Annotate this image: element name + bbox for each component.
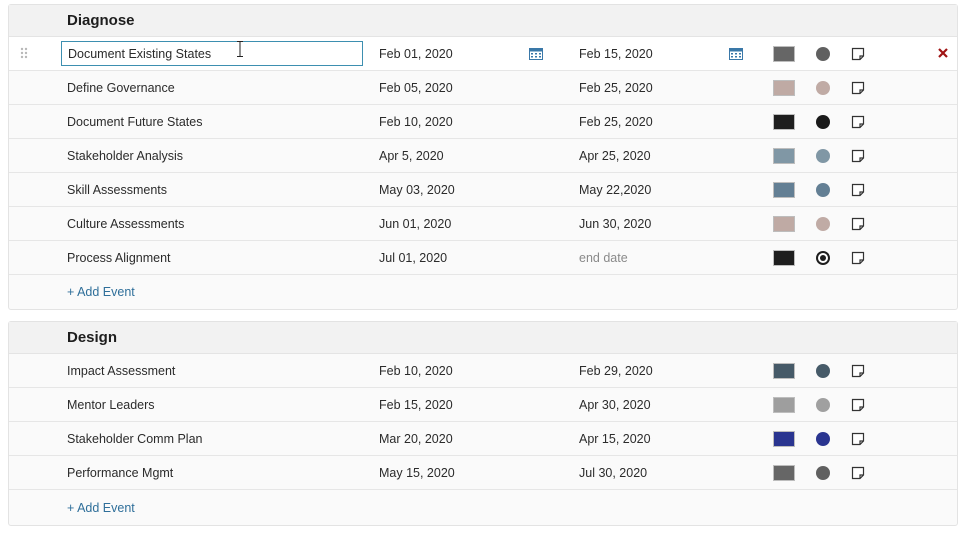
start-date[interactable]: May 03, 2020	[379, 183, 455, 197]
event-name[interactable]: Document Future States	[67, 115, 202, 129]
note-icon[interactable]	[851, 81, 865, 95]
event-name[interactable]: Mentor Leaders	[67, 398, 155, 412]
event-row: Process Alignment Jul 01, 2020 end date	[9, 241, 957, 275]
marker-dot-icon[interactable]	[816, 251, 830, 265]
start-date[interactable]: Feb 05, 2020	[379, 81, 453, 95]
color-swatch[interactable]	[773, 465, 795, 481]
drag-handle-icon[interactable]	[20, 47, 28, 59]
marker-dot-icon[interactable]	[816, 183, 830, 197]
start-date[interactable]: Feb 10, 2020	[379, 115, 453, 129]
marker-dot-icon[interactable]	[816, 115, 830, 129]
end-date[interactable]: Feb 15, 2020	[579, 47, 653, 61]
start-date[interactable]: Apr 5, 2020	[379, 149, 444, 163]
event-row: Feb 01, 2020 Feb 15, 2020	[9, 37, 957, 71]
event-name[interactable]: Culture Assessments	[67, 217, 184, 231]
event-name[interactable]: Performance Mgmt	[67, 466, 173, 480]
color-swatch[interactable]	[773, 182, 795, 198]
event-row: Mentor Leaders Feb 15, 2020 Apr 30, 2020	[9, 388, 957, 422]
event-name-input[interactable]	[61, 41, 363, 66]
end-date[interactable]: May 22,2020	[579, 183, 651, 197]
event-group-diagnose: Diagnose Feb 01, 2020 Feb 15, 2020	[8, 4, 958, 310]
marker-dot-icon[interactable]	[816, 466, 830, 480]
color-swatch[interactable]	[773, 114, 795, 130]
color-swatch[interactable]	[773, 148, 795, 164]
note-icon[interactable]	[851, 251, 865, 265]
event-row: Define Governance Feb 05, 2020 Feb 25, 2…	[9, 71, 957, 105]
marker-dot-icon[interactable]	[816, 217, 830, 231]
calendar-icon[interactable]	[529, 48, 543, 60]
color-swatch[interactable]	[773, 80, 795, 96]
start-date[interactable]: Mar 20, 2020	[379, 432, 453, 446]
note-icon[interactable]	[851, 364, 865, 378]
color-swatch[interactable]	[773, 250, 795, 266]
calendar-icon[interactable]	[729, 48, 743, 60]
color-swatch[interactable]	[773, 216, 795, 232]
event-name[interactable]: Skill Assessments	[67, 183, 167, 197]
end-date-placeholder[interactable]: end date	[579, 251, 628, 265]
marker-dot-icon[interactable]	[816, 364, 830, 378]
note-icon[interactable]	[851, 149, 865, 163]
event-name[interactable]: Impact Assessment	[67, 364, 175, 378]
color-swatch[interactable]	[773, 46, 795, 62]
add-event-link[interactable]: + Add Event	[67, 501, 135, 515]
marker-dot-icon[interactable]	[816, 398, 830, 412]
note-icon[interactable]	[851, 183, 865, 197]
note-icon[interactable]	[851, 466, 865, 480]
event-row: Skill Assessments May 03, 2020 May 22,20…	[9, 173, 957, 207]
note-icon[interactable]	[851, 47, 865, 61]
end-date[interactable]: Feb 25, 2020	[579, 81, 653, 95]
end-date[interactable]: Apr 15, 2020	[579, 432, 651, 446]
start-date[interactable]: Jul 01, 2020	[379, 251, 447, 265]
event-row: Performance Mgmt May 15, 2020 Jul 30, 20…	[9, 456, 957, 490]
group-header: Design	[9, 322, 957, 354]
event-row: Document Future States Feb 10, 2020 Feb …	[9, 105, 957, 139]
event-group-design: Design Impact Assessment Feb 10, 2020 Fe…	[8, 321, 958, 526]
note-icon[interactable]	[851, 115, 865, 129]
end-date[interactable]: Feb 29, 2020	[579, 364, 653, 378]
color-swatch[interactable]	[773, 431, 795, 447]
group-title: Diagnose	[67, 12, 135, 29]
start-date[interactable]: Feb 10, 2020	[379, 364, 453, 378]
delete-icon[interactable]	[937, 47, 949, 59]
end-date[interactable]: Apr 25, 2020	[579, 149, 651, 163]
start-date[interactable]: Jun 01, 2020	[379, 217, 451, 231]
event-name[interactable]: Stakeholder Analysis	[67, 149, 183, 163]
note-icon[interactable]	[851, 398, 865, 412]
start-date[interactable]: Feb 01, 2020	[379, 47, 453, 61]
color-swatch[interactable]	[773, 363, 795, 379]
note-icon[interactable]	[851, 432, 865, 446]
note-icon[interactable]	[851, 217, 865, 231]
event-name[interactable]: Stakeholder Comm Plan	[67, 432, 202, 446]
marker-dot-icon[interactable]	[816, 149, 830, 163]
event-name[interactable]: Define Governance	[67, 81, 175, 95]
event-row: Culture Assessments Jun 01, 2020 Jun 30,…	[9, 207, 957, 241]
event-name[interactable]: Process Alignment	[67, 251, 171, 265]
end-date[interactable]: Feb 25, 2020	[579, 115, 653, 129]
marker-dot-icon[interactable]	[816, 47, 830, 61]
start-date[interactable]: May 15, 2020	[379, 466, 455, 480]
start-date[interactable]: Feb 15, 2020	[379, 398, 453, 412]
event-row: Stakeholder Analysis Apr 5, 2020 Apr 25,…	[9, 139, 957, 173]
marker-dot-icon[interactable]	[816, 81, 830, 95]
marker-dot-icon[interactable]	[816, 432, 830, 446]
group-header: Diagnose	[9, 5, 957, 37]
end-date[interactable]: Apr 30, 2020	[579, 398, 651, 412]
color-swatch[interactable]	[773, 397, 795, 413]
event-row: Impact Assessment Feb 10, 2020 Feb 29, 2…	[9, 354, 957, 388]
end-date[interactable]: Jul 30, 2020	[579, 466, 647, 480]
end-date[interactable]: Jun 30, 2020	[579, 217, 651, 231]
add-event-link[interactable]: + Add Event	[67, 285, 135, 299]
group-title: Design	[67, 329, 118, 346]
event-row: Stakeholder Comm Plan Mar 20, 2020 Apr 1…	[9, 422, 957, 456]
